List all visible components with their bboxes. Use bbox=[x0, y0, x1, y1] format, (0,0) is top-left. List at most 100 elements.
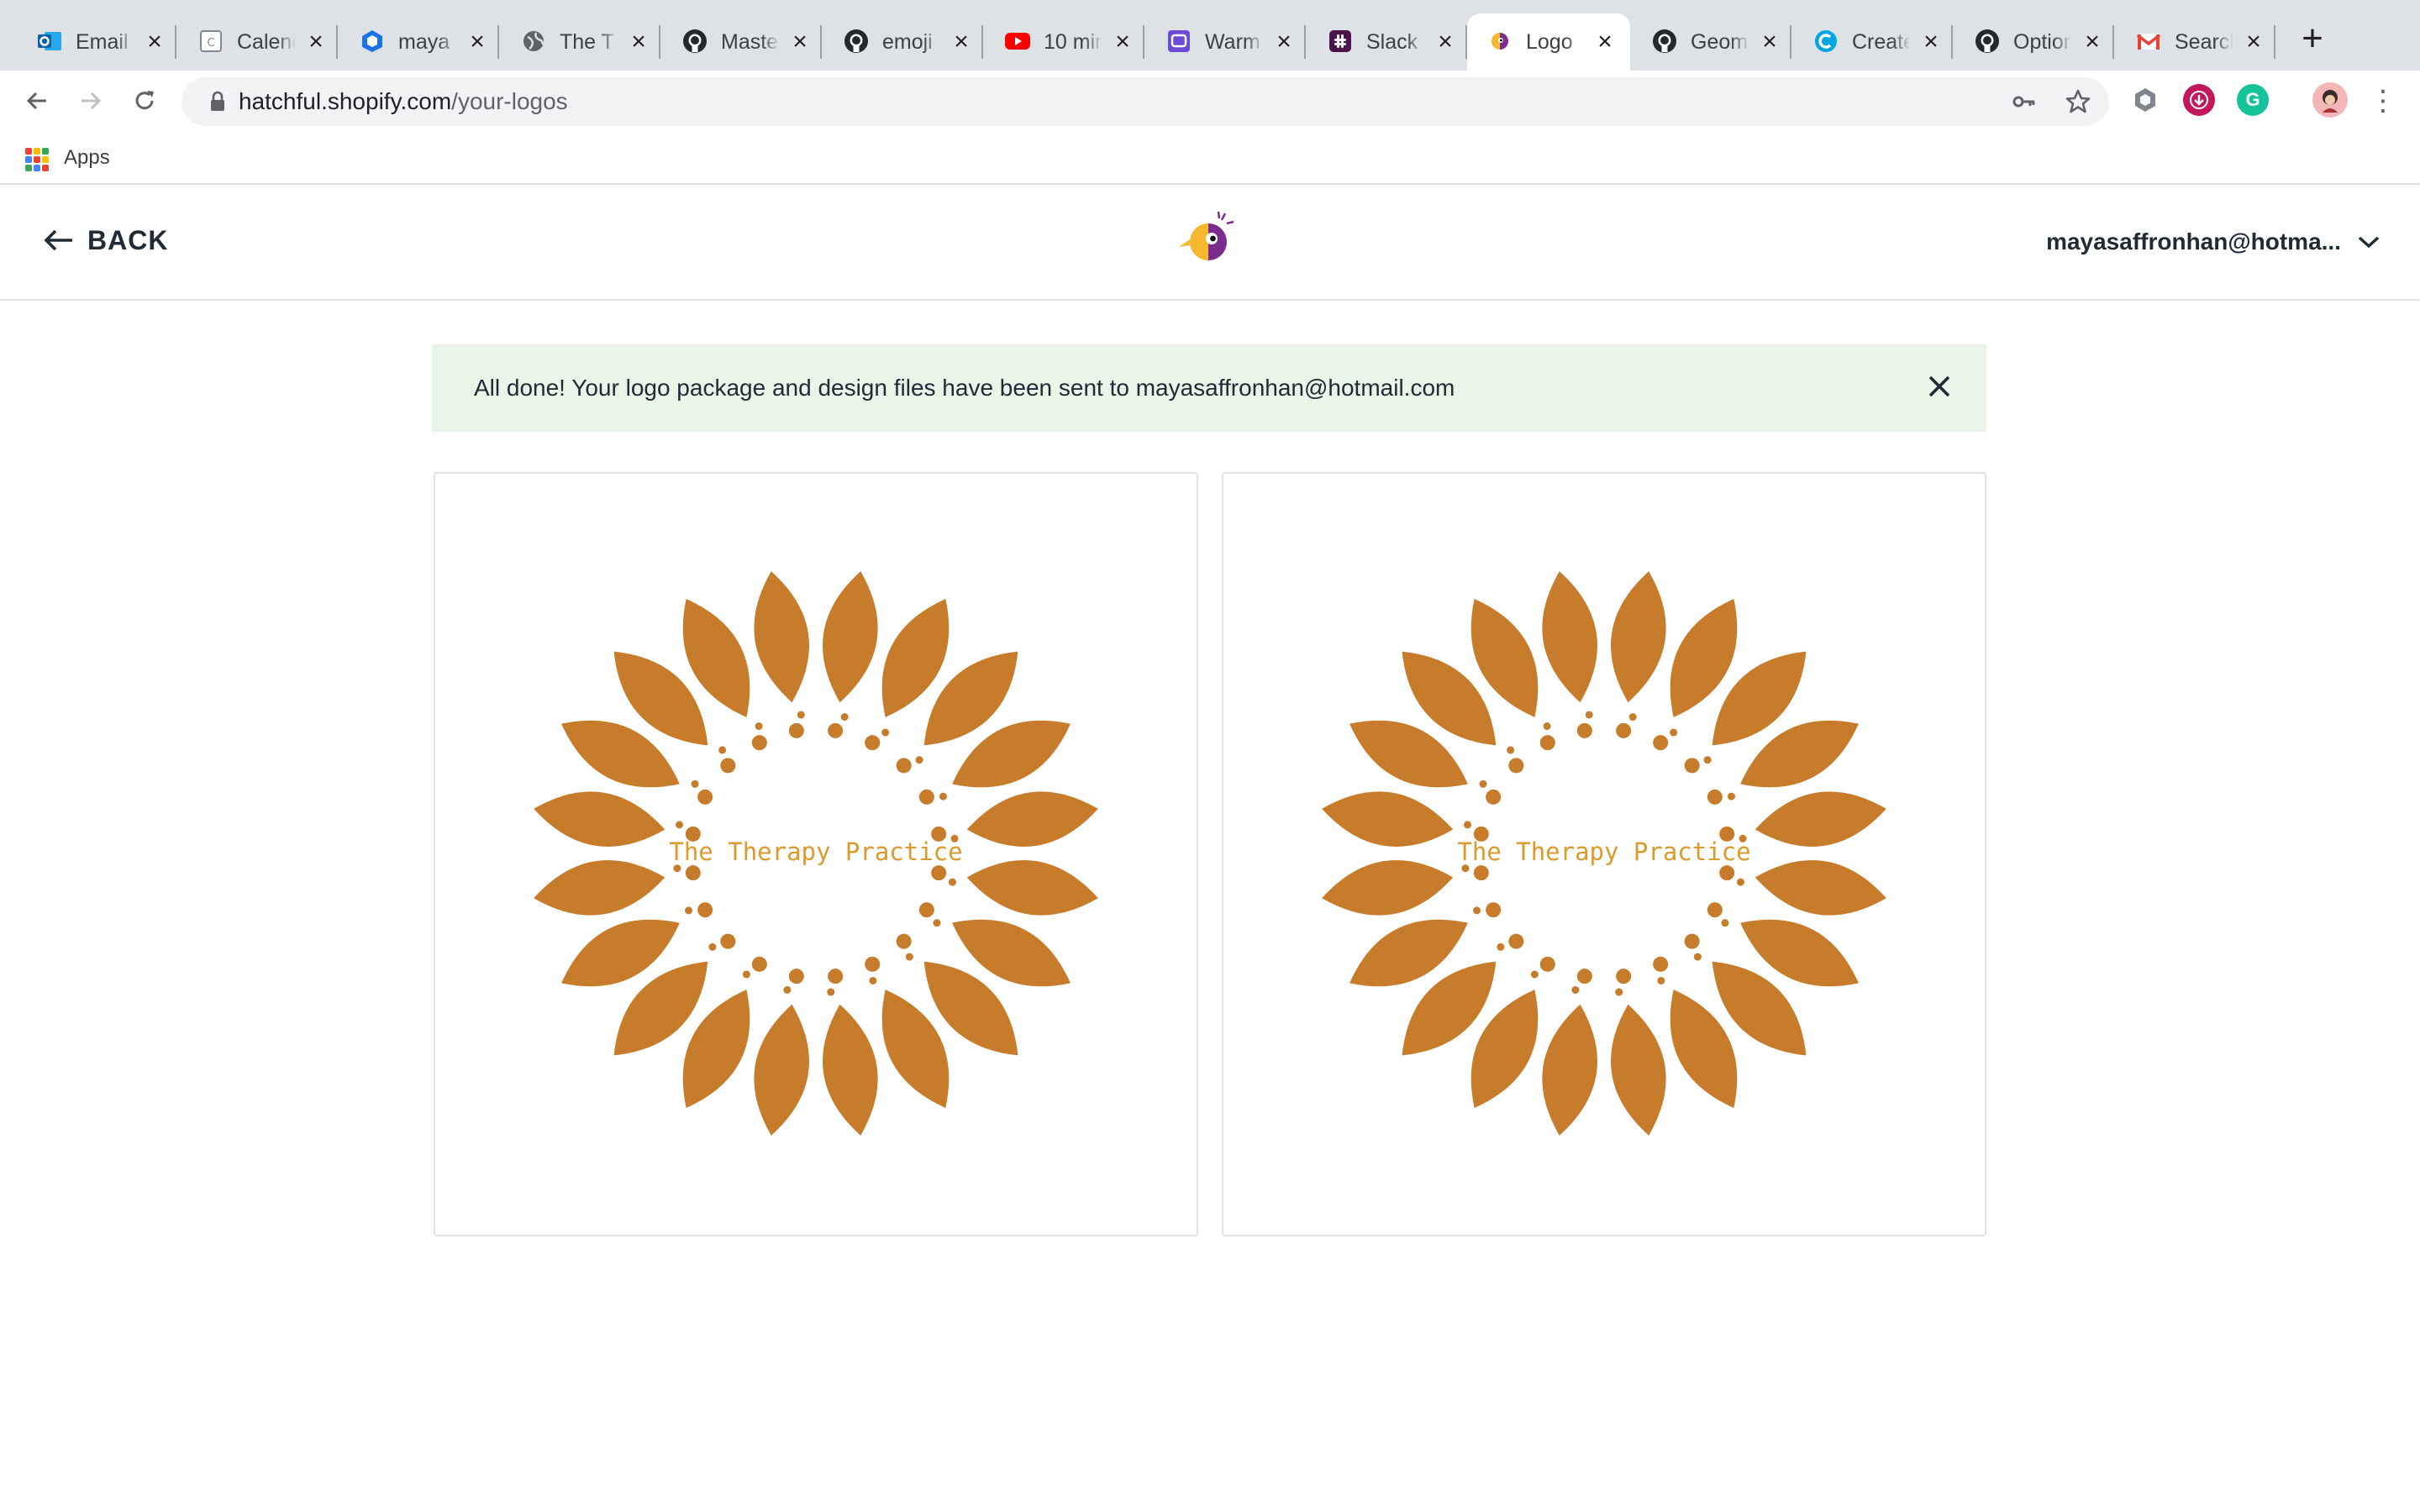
close-icon[interactable]: × bbox=[1919, 29, 1943, 55]
canva-icon bbox=[1812, 27, 1840, 55]
close-icon[interactable]: × bbox=[1593, 29, 1617, 55]
close-icon[interactable]: × bbox=[788, 29, 812, 55]
github-icon bbox=[681, 27, 709, 55]
key-icon[interactable] bbox=[2010, 87, 2039, 116]
tab-email[interactable]: Email × bbox=[17, 13, 176, 71]
close-icon[interactable]: × bbox=[1434, 29, 1457, 55]
tab-maya[interactable]: maya × bbox=[339, 13, 499, 71]
tab-create[interactable]: Create × bbox=[1793, 13, 1953, 71]
petal-dot bbox=[1486, 902, 1502, 918]
reload-icon[interactable] bbox=[126, 82, 163, 119]
tab-title: Logo bbox=[1526, 29, 1585, 55]
tab-10-min[interactable]: 10 min × bbox=[985, 13, 1144, 71]
back-arrow-icon[interactable] bbox=[18, 82, 55, 119]
petal bbox=[966, 791, 1098, 847]
tab-emoji[interactable]: emoji × bbox=[823, 13, 983, 71]
close-icon[interactable]: × bbox=[2081, 29, 2104, 55]
grammarly-icon[interactable]: G bbox=[2237, 84, 2269, 116]
new-tab-button[interactable]: + bbox=[2296, 20, 2329, 57]
petal bbox=[1322, 860, 1454, 916]
petal-dot-small bbox=[1585, 711, 1593, 719]
back-button[interactable]: BACK bbox=[42, 223, 168, 257]
tab-search[interactable]: Search × bbox=[2116, 13, 2275, 71]
tab-title: Email bbox=[76, 29, 134, 55]
address-bar[interactable]: hatchful.shopify.com/your-logos bbox=[182, 77, 2109, 126]
cube-icon bbox=[358, 27, 387, 55]
tab-warm[interactable]: Warm × bbox=[1146, 13, 1306, 71]
logo-card[interactable]: The Therapy Practice bbox=[434, 472, 1198, 1236]
petal-dot-small bbox=[1628, 713, 1637, 722]
petal-dot-small bbox=[881, 728, 890, 737]
petal bbox=[1754, 791, 1886, 847]
tab-calendar[interactable]: C Calendar × bbox=[178, 13, 338, 71]
tab-title: Create bbox=[1852, 29, 1911, 55]
tab-separator bbox=[981, 25, 983, 59]
lock-icon[interactable] bbox=[205, 89, 230, 114]
apps-grid-icon[interactable] bbox=[25, 148, 49, 171]
tab-separator bbox=[1143, 25, 1144, 59]
petal-dot-small bbox=[691, 780, 699, 788]
tab-title: Geom bbox=[1691, 29, 1749, 55]
petal-dot-small bbox=[1736, 878, 1744, 886]
tab-separator bbox=[336, 25, 338, 59]
tab-title: Warm bbox=[1205, 29, 1264, 55]
petal bbox=[823, 571, 878, 703]
tab-title: maya bbox=[398, 29, 457, 55]
browser-tabstrip: Email × C Calendar × maya × The T × Mast… bbox=[0, 0, 2420, 71]
close-icon[interactable]: × bbox=[1758, 29, 1781, 55]
tab-the-t[interactable]: The T × bbox=[501, 13, 660, 71]
petal-dot-small bbox=[1657, 976, 1665, 984]
close-icon[interactable]: × bbox=[950, 29, 973, 55]
extension-shield-icon[interactable] bbox=[2129, 84, 2161, 116]
tab-logo[interactable]: Logo × bbox=[1467, 13, 1630, 71]
banner-message: All done! Your logo package and design f… bbox=[474, 375, 1455, 401]
tab-geom[interactable]: Geom × bbox=[1632, 13, 1791, 71]
petal-dot-small bbox=[718, 746, 727, 754]
petal-dot bbox=[828, 969, 844, 984]
tab-title: Search bbox=[2175, 29, 2233, 55]
forward-arrow-icon[interactable] bbox=[72, 82, 109, 119]
petal bbox=[1611, 1004, 1666, 1136]
star-icon[interactable] bbox=[2064, 87, 2092, 116]
gmail-icon bbox=[2134, 27, 2163, 55]
petal-dot-small bbox=[783, 985, 792, 994]
close-icon[interactable]: × bbox=[627, 29, 650, 55]
sunburst-logo: The Therapy Practice bbox=[534, 571, 1098, 1136]
tab-option[interactable]: Option × bbox=[1954, 13, 2114, 71]
petal-dot-small bbox=[939, 792, 947, 801]
svg-text:C: C bbox=[207, 37, 214, 50]
petal-dot bbox=[1508, 758, 1524, 774]
petal-dot bbox=[828, 722, 844, 738]
petal-dot bbox=[1707, 789, 1723, 805]
close-icon[interactable]: × bbox=[2242, 29, 2265, 55]
apps-bookmark[interactable]: Apps bbox=[64, 144, 110, 171]
petal bbox=[754, 571, 809, 703]
petal-dot-small bbox=[905, 953, 913, 961]
petal-dot bbox=[720, 758, 736, 774]
petal bbox=[823, 1004, 878, 1136]
youtube-icon bbox=[1003, 27, 1032, 55]
account-menu[interactable]: mayasaffronhan@hotma... bbox=[2046, 225, 2381, 259]
back-arrow-icon bbox=[44, 229, 72, 251]
avatar[interactable] bbox=[2312, 82, 2348, 118]
close-icon[interactable]: × bbox=[466, 29, 489, 55]
download-extension-icon[interactable] bbox=[2183, 84, 2215, 116]
warm-icon bbox=[1165, 27, 1193, 55]
menu-dots-icon[interactable]: ⋮ bbox=[2365, 82, 2402, 119]
close-icon[interactable]: × bbox=[304, 29, 328, 55]
logo-card[interactable]: The Therapy Practice bbox=[1222, 472, 1986, 1236]
petal-dot bbox=[1576, 722, 1592, 738]
petal-dot-small bbox=[1473, 906, 1481, 915]
close-icon[interactable]: × bbox=[143, 29, 166, 55]
close-icon[interactable] bbox=[1923, 370, 1956, 403]
tab-master[interactable]: Master × bbox=[662, 13, 822, 71]
browser-toolbar: hatchful.shopify.com/your-logos G ⋮ bbox=[0, 71, 2420, 131]
tab-slack[interactable]: Slack × bbox=[1307, 13, 1467, 71]
petal-dot bbox=[1616, 722, 1632, 738]
close-icon[interactable]: × bbox=[1272, 29, 1296, 55]
tab-separator bbox=[2112, 25, 2114, 59]
close-icon[interactable]: × bbox=[1111, 29, 1134, 55]
petal-dot bbox=[918, 902, 934, 918]
hatchful-logo[interactable] bbox=[1175, 208, 1242, 276]
petal-dot bbox=[751, 735, 767, 751]
